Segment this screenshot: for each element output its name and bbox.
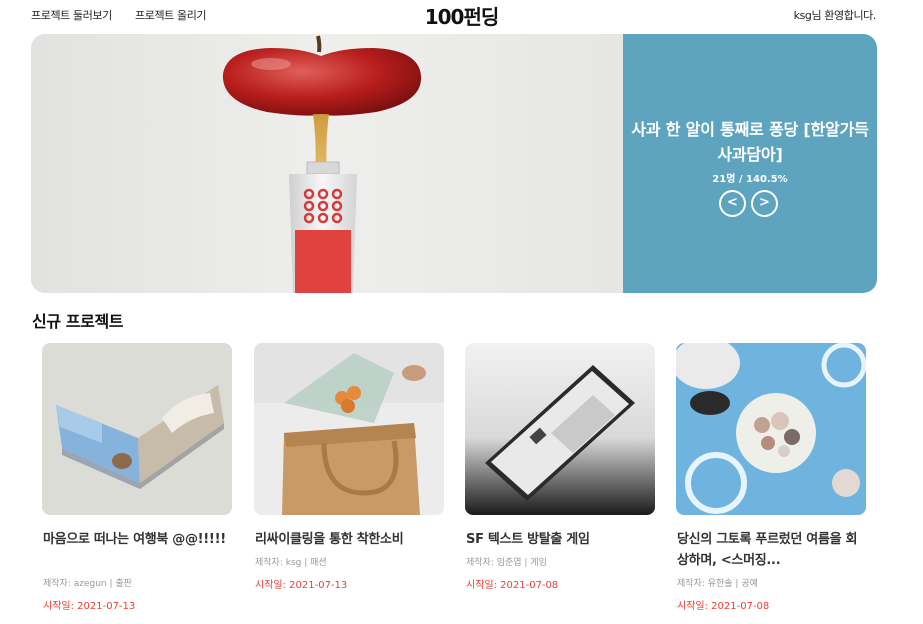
card-start-date: 시작일: 2021-07-13 (43, 601, 136, 612)
card-title[interactable]: SF 텍스트 방탈출 게임 (466, 529, 654, 550)
card-start-date: 시작일: 2021-07-08 (466, 580, 559, 591)
project-card-smudging[interactable]: 당신의 그토록 푸르렀던 여름을 회상하며, <스머징... 제작자: 유한솔 … (676, 343, 866, 624)
card-thumbnail[interactable] (676, 343, 866, 515)
banner-project-stats: 21명 / 140.5% (712, 174, 788, 185)
card-thumbnail[interactable] (42, 343, 232, 515)
bag-illustration (254, 343, 444, 515)
banner-next-button[interactable]: > (751, 190, 778, 217)
card-meta: 제작자: ksg | 패션 (255, 558, 327, 568)
card-title[interactable]: 마음으로 떠나는 여행북 @@!!!!! (43, 529, 231, 550)
apple-juice-illustration (222, 35, 422, 293)
banner-project-title[interactable]: 사과 한 알이 통째로 퐁당 [한알가득 사과담아] (631, 117, 869, 167)
card-start-date: 시작일: 2021-07-08 (677, 601, 770, 612)
phone-illustration (465, 343, 655, 515)
banner-info-panel: 사과 한 알이 통째로 퐁당 [한알가득 사과담아] 21명 / 140.5% … (623, 34, 877, 293)
stones-illustration (676, 343, 866, 515)
welcome-message: ksg님 환영합니다. (793, 9, 877, 22)
new-projects-heading: 신규 프로젝트 (32, 312, 124, 331)
card-title[interactable]: 리싸이클링을 통한 착한소비 (255, 529, 443, 550)
card-thumbnail[interactable] (465, 343, 655, 515)
card-thumbnail[interactable] (254, 343, 444, 515)
banner-product-image (31, 34, 623, 293)
project-card-travel-book[interactable]: 마음으로 떠나는 여행북 @@!!!!! 제작자: azegun | 출판 시작… (42, 343, 232, 624)
top-header: 프로젝트 둘러보기 프로젝트 올리기 100펀딩 ksg님 환영합니다. (0, 0, 923, 30)
card-title[interactable]: 당신의 그토록 푸르렀던 여름을 회상하며, <스머징... (677, 529, 865, 571)
card-start-date: 시작일: 2021-07-13 (255, 580, 348, 591)
banner-prev-button[interactable]: < (719, 190, 746, 217)
card-meta: 제작자: 유한솔 | 공예 (677, 579, 758, 589)
card-meta: 제작자: 임준엽 | 게임 (466, 558, 547, 568)
site-logo[interactable]: 100펀딩 (0, 1, 923, 30)
card-meta: 제작자: azegun | 출판 (43, 579, 132, 589)
featured-banner[interactable]: 사과 한 알이 통째로 퐁당 [한알가득 사과담아] 21명 / 140.5% … (31, 34, 877, 293)
project-card-recycling[interactable]: 리싸이클링을 통한 착한소비 제작자: ksg | 패션 시작일: 2021-0… (254, 343, 444, 624)
book-illustration (42, 343, 232, 515)
project-card-sf-game[interactable]: SF 텍스트 방탈출 게임 제작자: 임준엽 | 게임 시작일: 2021-07… (465, 343, 655, 624)
